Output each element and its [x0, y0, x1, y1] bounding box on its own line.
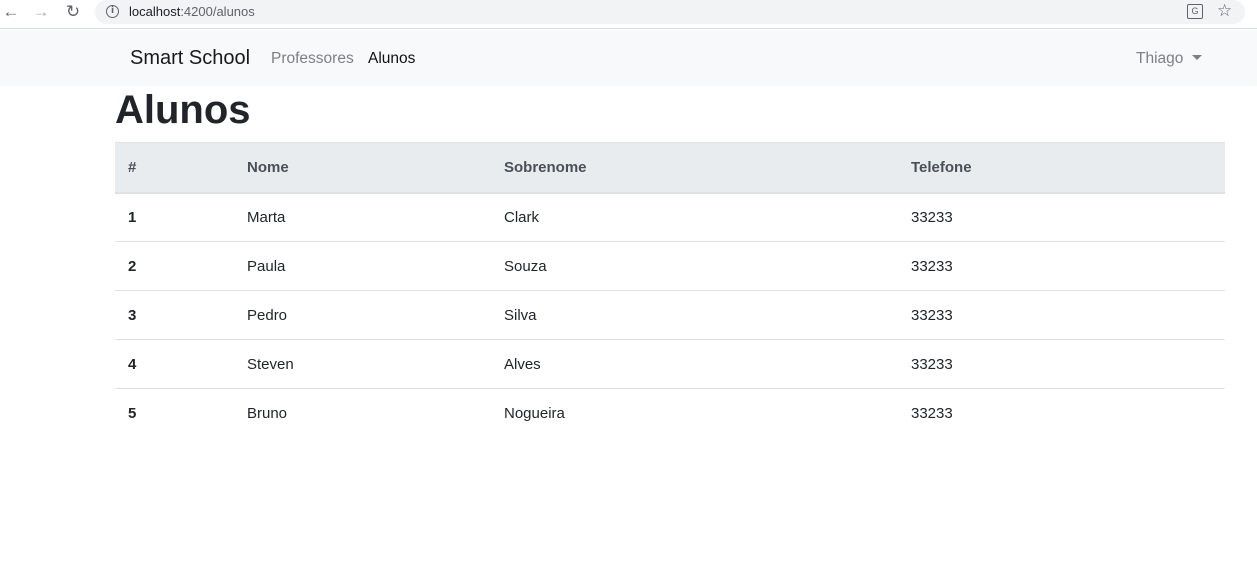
column-header-id: # — [115, 142, 234, 194]
cell-id: 4 — [115, 339, 234, 389]
cell-id: 1 — [128, 208, 137, 226]
cell-id: 5 — [115, 388, 234, 438]
reload-icon[interactable]: ↻ — [62, 2, 84, 22]
translate-icon[interactable]: G — [1187, 4, 1203, 19]
column-header-telefone: Telefone — [898, 142, 1225, 194]
students-table: # Nome Sobrenome Telefone 1 Marta Clark … — [115, 142, 1225, 438]
table-row[interactable]: 5 Bruno Nogueira 33233 — [115, 388, 1225, 438]
cell-sobrenome: Alves — [491, 339, 898, 389]
url-path: :4200/alunos — [180, 4, 255, 19]
nav-link-professores[interactable]: Professores — [271, 50, 354, 68]
back-arrow-icon[interactable]: ← — [0, 2, 22, 22]
students-table-container: # Nome Sobrenome Telefone 1 Marta Clark … — [115, 142, 1225, 438]
user-dropdown[interactable]: Thiago — [1136, 50, 1203, 68]
column-header-sobrenome: Sobrenome — [491, 142, 898, 194]
cell-sobrenome: Silva — [491, 290, 898, 340]
cell-sobrenome: Souza — [491, 241, 898, 291]
cell-id: 3 — [115, 290, 234, 340]
app-navbar: Smart School Professores Alunos Thiago — [0, 30, 1257, 86]
cell-sobrenome: Clark — [504, 208, 540, 226]
cell-nome: Marta — [247, 208, 286, 226]
browser-toolbar: ← → ↻ i localhost:4200/alunos G ☆ — [0, 0, 1257, 29]
address-bar[interactable]: i localhost:4200/alunos G ☆ — [95, 0, 1245, 24]
cell-nome: Steven — [234, 339, 491, 389]
nav-link-alunos[interactable]: Alunos — [368, 50, 415, 68]
cell-telefone: 33233 — [898, 388, 1225, 438]
forward-arrow-icon[interactable]: → — [30, 2, 52, 22]
page-title: Alunos — [115, 88, 251, 132]
cell-nome: Paula — [234, 241, 491, 291]
table-row[interactable]: 4 Steven Alves 33233 — [115, 339, 1225, 389]
url-text[interactable]: localhost:4200/alunos — [129, 4, 255, 19]
column-header-nome: Nome — [234, 142, 491, 194]
info-icon[interactable]: i — [106, 5, 119, 18]
table-header-row: # Nome Sobrenome Telefone — [115, 142, 1225, 194]
star-icon[interactable]: ☆ — [1217, 1, 1232, 21]
table-row[interactable]: 1 Marta Clark 33233 — [115, 193, 1225, 242]
cell-nome: Bruno — [234, 388, 491, 438]
cell-telefone: 33233 — [898, 241, 1225, 291]
cell-telefone: 33233 — [898, 290, 1225, 340]
caret-down-icon — [1192, 55, 1203, 60]
url-host: localhost — [129, 4, 181, 19]
table-row[interactable]: 2 Paula Souza 33233 — [115, 241, 1225, 291]
cell-nome: Pedro — [234, 290, 491, 340]
cell-telefone: 33233 — [911, 208, 953, 226]
table-row[interactable]: 3 Pedro Silva 33233 — [115, 290, 1225, 340]
cell-sobrenome: Nogueira — [491, 388, 898, 438]
cell-id: 2 — [115, 241, 234, 291]
cell-telefone: 33233 — [898, 339, 1225, 389]
user-name: Thiago — [1136, 50, 1184, 67]
brand-link[interactable]: Smart School — [130, 47, 250, 70]
